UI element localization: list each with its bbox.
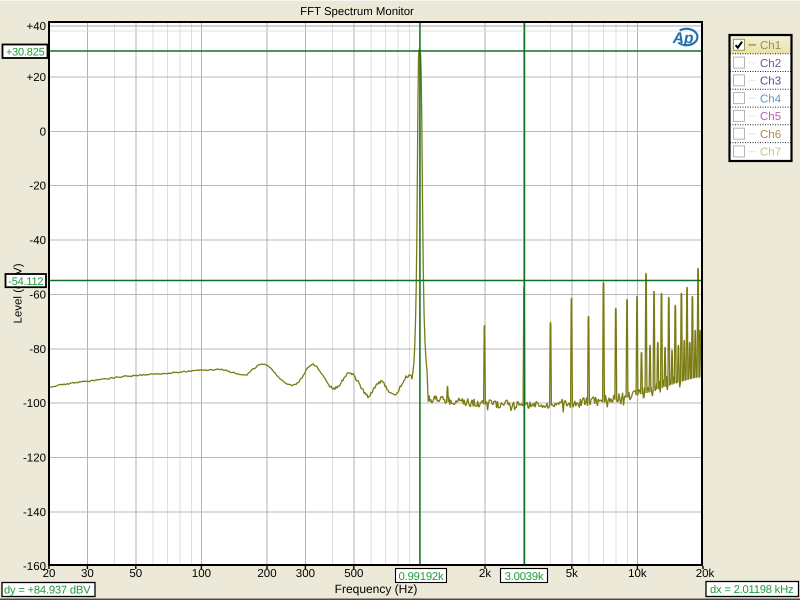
svg-text:300: 300 [296,568,315,580]
svg-text:-40: -40 [29,235,46,247]
svg-text:dy = +84.937 dBV: dy = +84.937 dBV [4,584,91,596]
svg-text:Ch5: Ch5 [760,111,781,123]
svg-text:5k: 5k [566,568,578,580]
svg-text:10k: 10k [628,568,647,580]
svg-text:200: 200 [257,568,276,580]
svg-text:Ap: Ap [672,30,694,47]
svg-text:Ch4: Ch4 [760,93,782,105]
svg-text:+40: +40 [26,21,46,33]
svg-text:-20: -20 [29,181,46,193]
svg-text:500: 500 [344,568,363,580]
svg-text:100: 100 [192,568,211,580]
svg-text:Frequency (Hz): Frequency (Hz) [335,582,418,596]
svg-text:FFT Spectrum Monitor: FFT Spectrum Monitor [300,6,414,18]
svg-text:30: 30 [81,568,94,580]
svg-text:dx = 2.01198 kHz: dx = 2.01198 kHz [710,584,794,596]
svg-text:0: 0 [40,126,46,138]
svg-text:Ch2: Ch2 [760,58,781,70]
svg-text:Ch7: Ch7 [760,147,781,159]
svg-text:-80: -80 [29,344,46,356]
svg-text:+20: +20 [26,72,46,84]
svg-text:-120: -120 [23,453,46,465]
svg-text:Ch6: Ch6 [760,129,781,141]
svg-text:20k: 20k [696,568,715,580]
svg-text:2k: 2k [479,568,491,580]
svg-text:50: 50 [129,568,142,580]
svg-text:20: 20 [43,568,56,580]
svg-text:Level (dBV): Level (dBV) [13,263,25,323]
svg-text:-60: -60 [29,289,46,301]
svg-text:+30.825: +30.825 [6,46,45,58]
svg-text:Ch3: Ch3 [760,76,781,88]
svg-text:Ch1: Ch1 [760,40,781,52]
svg-text:-140: -140 [23,507,46,519]
svg-text:-54.112: -54.112 [8,276,43,288]
svg-text:3.0039k: 3.0039k [505,571,544,583]
svg-text:-100: -100 [23,398,46,410]
